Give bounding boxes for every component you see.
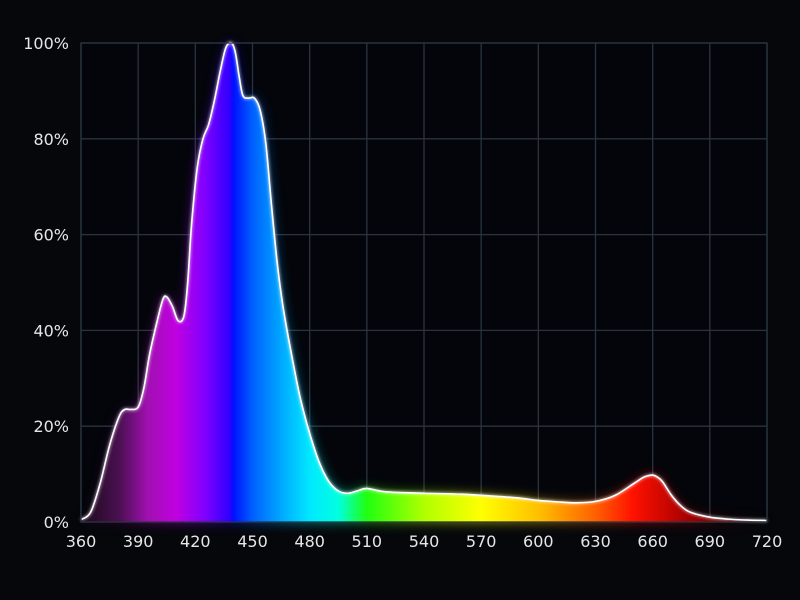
y-tick-label: 40% xyxy=(33,321,69,340)
y-axis-ticks: 0% 20% 40% 60% 80% 100% xyxy=(23,34,69,532)
x-tick-label: 690 xyxy=(695,532,726,551)
x-tick-label: 600 xyxy=(523,532,554,551)
x-tick-label: 540 xyxy=(409,532,440,551)
spectrum-chart-svg: 360 390 420 450 480 510 540 570 600 630 660 690 720 … xyxy=(23,34,783,551)
x-axis-ticks: 360 390 420 450 480 510 540 570 600 630 660 690 720 xyxy=(66,532,783,551)
x-tick-label: 570 xyxy=(466,532,497,551)
x-tick-label: 510 xyxy=(352,532,383,551)
y-tick-label: 60% xyxy=(33,226,69,245)
x-tick-label: 720 xyxy=(752,532,783,551)
x-tick-label: 390 xyxy=(123,532,154,551)
x-tick-label: 450 xyxy=(237,532,268,551)
x-tick-label: 480 xyxy=(294,532,325,551)
x-tick-label: 630 xyxy=(580,532,611,551)
y-tick-label: 0% xyxy=(44,513,69,532)
x-tick-label: 360 xyxy=(66,532,97,551)
spectrum-chart: 360 390 420 450 480 510 540 570 600 630 660 690 720 … xyxy=(0,0,800,600)
x-tick-label: 420 xyxy=(180,532,211,551)
y-tick-label: 20% xyxy=(33,417,69,436)
y-tick-label: 80% xyxy=(33,130,69,149)
x-tick-label: 660 xyxy=(637,532,668,551)
y-tick-label: 100% xyxy=(23,34,69,53)
